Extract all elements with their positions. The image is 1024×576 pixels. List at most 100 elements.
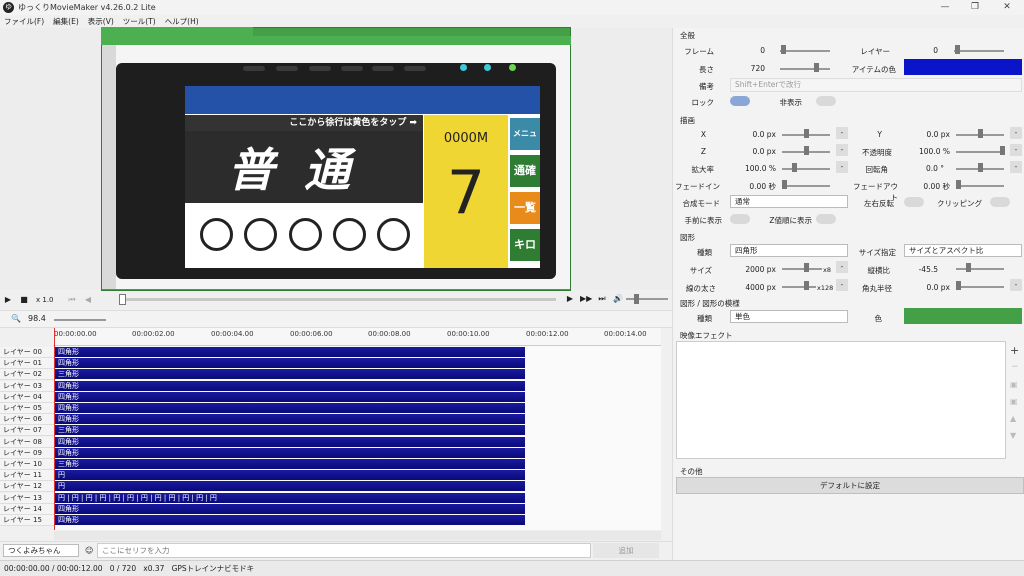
timeline-clip[interactable]: 四角形 [55, 436, 525, 447]
layer-name[interactable]: レイヤー 13 [0, 492, 54, 504]
timeline-scrollbar[interactable] [661, 346, 671, 530]
move-down-icon[interactable]: ▼ [1010, 431, 1016, 440]
length-slider[interactable] [780, 68, 830, 70]
opacity-slider[interactable] [956, 151, 1004, 153]
timeline-clip[interactable]: 四角形 [55, 447, 525, 458]
speed-select[interactable]: x 1.0 [36, 296, 60, 304]
menu-file[interactable]: ファイル(F) [4, 16, 44, 27]
minimize-button[interactable]: — [930, 0, 960, 15]
z-reset-button[interactable]: - [836, 144, 848, 156]
radius-value[interactable]: 0.0 px [904, 283, 950, 292]
zoom-value[interactable]: 98.4 [28, 312, 52, 326]
layer-name[interactable]: レイヤー 03 [0, 380, 54, 392]
fadeout-slider-knob[interactable] [956, 180, 961, 189]
length-value[interactable]: 720 [730, 64, 765, 73]
menu-tools[interactable]: ツール(T) [123, 16, 156, 27]
add-speech-button[interactable]: 追加 [593, 543, 659, 558]
skip-start-icon[interactable]: ⏮ [66, 294, 78, 306]
copy-effect-icon[interactable]: ▣ [1010, 380, 1018, 389]
opacity-value[interactable]: 100.0 % [904, 147, 950, 156]
lock-toggle[interactable] [730, 96, 750, 106]
section-effects-title[interactable]: 映像エフェクト [680, 330, 733, 341]
layer-name[interactable]: レイヤー 15 [0, 515, 54, 526]
aspect-slider-knob[interactable] [966, 263, 971, 272]
restore-button[interactable]: ❐ [960, 0, 990, 15]
rotation-reset-button[interactable]: - [1010, 161, 1022, 173]
save-effect-icon[interactable]: ▣ [1010, 397, 1018, 406]
shape-kind-select[interactable]: 四角形 [730, 244, 848, 257]
frame-slider-knob[interactable] [781, 45, 786, 54]
radius-slider[interactable] [956, 286, 1004, 288]
zoom-slider[interactable] [54, 319, 106, 321]
skip-end-icon[interactable]: ⏭ [596, 293, 608, 305]
seek-bar[interactable] [124, 298, 556, 301]
menu-view[interactable]: 表示(V) [88, 16, 114, 27]
timeline-clip[interactable]: 四角形 [55, 380, 525, 391]
layer-value[interactable]: 0 [904, 46, 938, 55]
size-value[interactable]: 2000 px [730, 265, 776, 274]
next-frame-icon[interactable]: ▶▶ [580, 293, 592, 305]
note-input[interactable]: Shift+Enterで改行 [730, 78, 1022, 92]
timeline-clip[interactable]: 三角形 [55, 425, 525, 436]
layer-name[interactable]: レイヤー 07 [0, 425, 54, 437]
fadein-slider-knob[interactable] [782, 180, 787, 189]
menu-help[interactable]: ヘルプ(H) [165, 16, 199, 27]
length-slider-knob[interactable] [814, 63, 819, 72]
timeline-clip[interactable]: 四角形 [55, 503, 525, 514]
layer-name[interactable]: レイヤー 12 [0, 481, 54, 493]
move-up-icon[interactable]: ▲ [1010, 414, 1016, 423]
frame-value[interactable]: 0 [730, 46, 765, 55]
x-reset-button[interactable]: - [836, 127, 848, 139]
add-effect-icon[interactable]: + [1010, 344, 1019, 357]
section-fill-title[interactable]: 図形 / 図形の模様 [680, 298, 740, 309]
stroke-value[interactable]: 4000 px [730, 283, 776, 292]
size-slider-knob[interactable] [804, 263, 809, 272]
hide-toggle[interactable] [816, 96, 836, 106]
fill-kind-select[interactable]: 単色 [730, 310, 848, 323]
size-reset-button[interactable]: - [836, 261, 848, 273]
flip-toggle[interactable] [904, 197, 924, 207]
timeline-clip[interactable]: 円 [55, 481, 525, 492]
prev-frame-icon[interactable]: ◀ [82, 294, 94, 306]
layer-name[interactable]: レイヤー 08 [0, 436, 54, 448]
timeline-clip[interactable]: 四角形 [55, 403, 525, 413]
set-default-button[interactable]: デフォルトに設定 [676, 477, 1024, 494]
speech-input[interactable] [97, 543, 591, 558]
y-reset-button[interactable]: - [1010, 127, 1022, 139]
item-color-swatch[interactable] [904, 59, 1022, 75]
fadein-slider[interactable] [782, 185, 830, 187]
timeline-clip[interactable]: 四角形 [55, 358, 525, 369]
scale-slider-knob[interactable] [792, 163, 797, 172]
layer-name[interactable]: レイヤー 14 [0, 503, 54, 515]
layer-slider-knob[interactable] [955, 45, 960, 54]
scale-slider[interactable] [782, 168, 830, 170]
blend-mode-select[interactable]: 通常 [730, 195, 848, 208]
zorder-toggle[interactable] [816, 214, 836, 224]
opacity-slider-knob[interactable] [1000, 146, 1005, 155]
opacity-reset-button[interactable]: - [1010, 144, 1022, 156]
volume-knob[interactable] [634, 294, 639, 304]
menu-edit[interactable]: 編集(E) [53, 16, 79, 27]
x-slider-knob[interactable] [804, 129, 809, 138]
section-general-title[interactable]: 全般 [680, 30, 695, 41]
layer-name[interactable]: レイヤー 01 [0, 358, 54, 370]
fadein-value[interactable]: 0.00 秒 [730, 181, 776, 192]
scale-reset-button[interactable]: - [836, 161, 848, 173]
fill-color-swatch[interactable] [904, 308, 1022, 324]
layer-name[interactable]: レイヤー 06 [0, 414, 54, 426]
timeline-clip[interactable]: 四角形 [55, 414, 525, 425]
clipping-toggle[interactable] [990, 197, 1010, 207]
volume-slider[interactable] [626, 298, 668, 300]
scale-value[interactable]: 100.0 % [730, 164, 776, 173]
layer-name[interactable]: レイヤー 02 [0, 369, 54, 381]
radius-slider-knob[interactable] [956, 281, 961, 290]
timeline-clip[interactable]: 四角形 [55, 391, 525, 402]
effects-list[interactable] [676, 341, 1006, 459]
y-value[interactable]: 0.0 px [904, 130, 950, 139]
fadeout-slider[interactable] [956, 185, 1004, 187]
layer-name[interactable]: レイヤー 05 [0, 403, 54, 414]
speaker-icon[interactable]: ☺ [85, 546, 93, 555]
layer-name[interactable]: レイヤー 09 [0, 447, 54, 459]
frame-slider[interactable] [780, 50, 830, 52]
remove-effect-icon[interactable]: − [1011, 362, 1019, 372]
